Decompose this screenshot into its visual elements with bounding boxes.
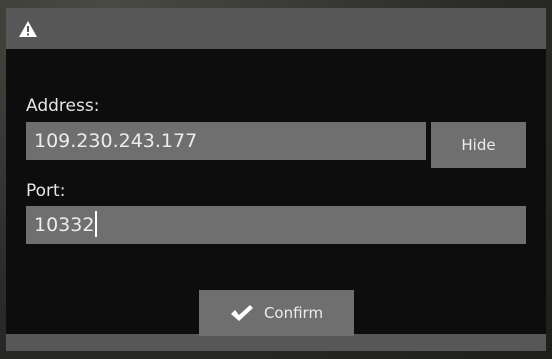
footer-strip	[6, 334, 546, 351]
warning-icon	[19, 21, 37, 37]
port-value: 10332	[34, 214, 95, 236]
address-field[interactable]: 109.230.243.177	[26, 122, 426, 160]
confirm-button[interactable]: Confirm	[199, 290, 354, 336]
dialog-footer: Confirm	[6, 290, 546, 351]
address-label: Address:	[26, 96, 100, 116]
text-caret	[95, 210, 98, 237]
checkmark-icon	[230, 305, 253, 321]
connection-dialog: Address: 109.230.243.177 Hide Port: 1033…	[6, 8, 546, 351]
port-label: Port:	[26, 181, 66, 201]
confirm-button-label: Confirm	[263, 304, 324, 322]
hide-button-label: Hide	[461, 136, 496, 154]
port-field[interactable]: 10332	[26, 206, 526, 244]
dialog-titlebar	[6, 8, 546, 49]
address-value: 109.230.243.177	[34, 130, 198, 152]
hide-button[interactable]: Hide	[431, 122, 526, 168]
